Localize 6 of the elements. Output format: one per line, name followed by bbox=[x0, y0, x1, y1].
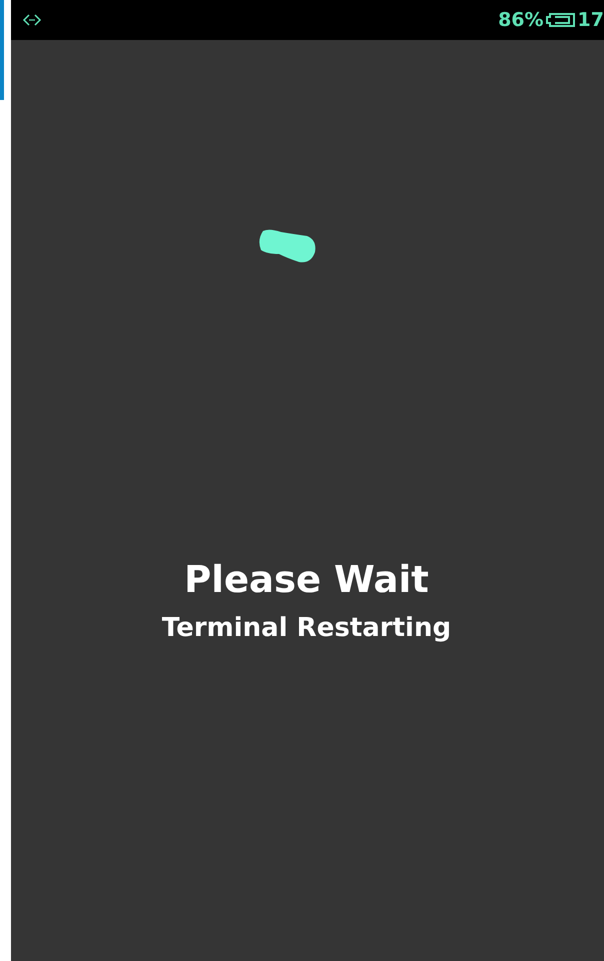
connection-arrows-icon bbox=[22, 13, 42, 27]
battery-icon bbox=[546, 12, 576, 28]
status-message: Terminal Restarting bbox=[162, 612, 452, 644]
battery-percent: 86% bbox=[498, 8, 544, 33]
wait-title: Please Wait bbox=[184, 558, 429, 602]
clock-time: 17 bbox=[578, 8, 604, 33]
